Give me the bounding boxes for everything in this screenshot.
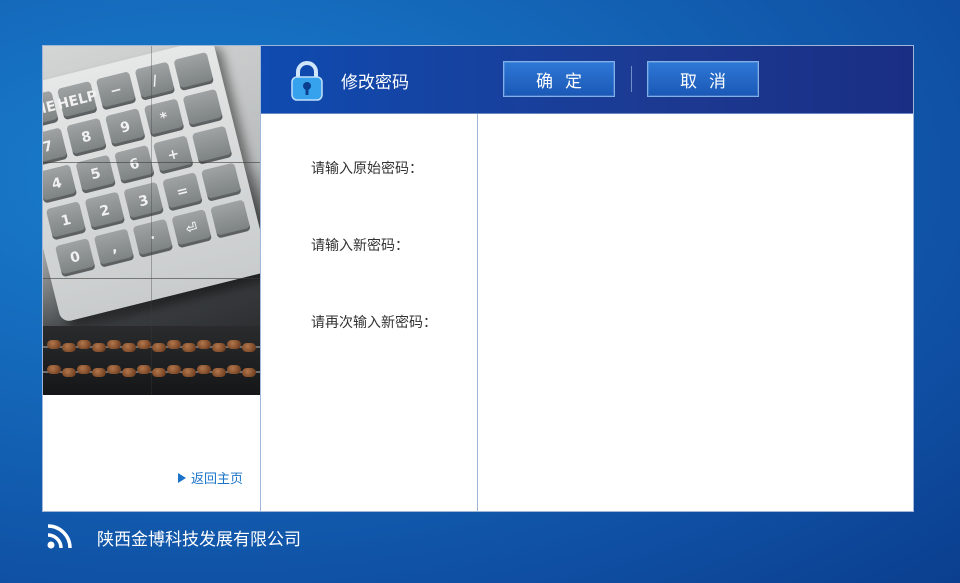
keypad-key: 5	[75, 154, 117, 194]
abacus-bead	[62, 368, 76, 377]
abacus-bead	[47, 365, 61, 374]
keypad-key: ,	[93, 228, 135, 268]
keypad-key: 0	[54, 238, 96, 278]
main-panel: OME HELP −/7 8 9 * 4 5 6 +1 2 3 = 0, · ⏎ 返回主页 修改密码 确定 取…	[42, 45, 914, 512]
abacus-bead	[182, 368, 196, 377]
abacus-bead	[227, 340, 241, 349]
rss-icon	[47, 524, 72, 549]
keypad-key: 2	[84, 191, 126, 231]
keypad-key	[210, 199, 251, 239]
abacus-bead	[227, 365, 241, 374]
keypad-key	[200, 162, 242, 202]
home-link-label: 返回主页	[191, 472, 244, 487]
keypad-key: 1	[45, 201, 87, 241]
keypad-key	[182, 88, 224, 129]
keypad-key: 6	[114, 144, 155, 185]
abacus-bead	[152, 343, 166, 352]
page-title: 修改密码	[341, 73, 409, 93]
abacus-bead	[197, 365, 211, 374]
abacus-bead	[212, 343, 226, 352]
abacus-bead	[122, 368, 136, 377]
abacus-bead	[122, 343, 136, 352]
abacus-bead	[197, 340, 211, 349]
keypad-key: /	[134, 61, 176, 101]
abacus-bead	[242, 343, 256, 352]
keypad-keys: OME HELP −/7 8 9 * 4 5 6 +1 2 3 = 0, · ⏎	[43, 51, 251, 278]
abacus-bead	[92, 343, 106, 352]
button-separator	[631, 66, 632, 92]
keypad-key: =	[162, 172, 203, 212]
abacus-bead	[167, 340, 181, 349]
abacus-bead	[137, 365, 151, 374]
abacus-bead	[47, 340, 61, 349]
keypad-key: ⏎	[171, 209, 213, 249]
keypad-key	[191, 125, 233, 165]
confirm-password-label: 请再次输入新密码：	[311, 315, 437, 331]
abacus-bead	[77, 340, 91, 349]
arrow-right-icon	[178, 472, 186, 483]
abacus-bead	[152, 368, 166, 377]
divider	[477, 46, 478, 511]
keypad-key: ·	[132, 218, 174, 258]
abacus-bead	[242, 368, 256, 377]
abacus-bead	[77, 365, 91, 374]
keypad-key: 3	[123, 181, 165, 222]
lock-icon	[291, 61, 323, 101]
keypad-key	[173, 51, 215, 92]
company-name: 陕西金博科技发展有限公司	[97, 530, 301, 550]
abacus-bead	[137, 340, 151, 349]
divider	[260, 46, 261, 511]
confirm-button[interactable]: 确定	[503, 61, 615, 97]
home-link[interactable]: 返回主页	[178, 468, 243, 487]
keypad-key: 7	[43, 127, 69, 167]
keypad-key: HELP	[56, 80, 99, 121]
form-header: 修改密码 确定 取消	[261, 46, 913, 114]
keypad-key: +	[152, 135, 194, 175]
abacus-bead	[107, 340, 121, 349]
abacus-bead	[182, 343, 196, 352]
keypad-key: −	[95, 71, 137, 111]
new-password-label: 请输入新密码：	[311, 238, 409, 254]
keypad-key: 8	[66, 117, 107, 158]
cancel-button[interactable]: 取消	[647, 61, 759, 97]
abacus-bead	[62, 343, 76, 352]
keypad-key: 9	[104, 108, 146, 148]
keypad-key: 4	[43, 164, 78, 204]
abacus-bead	[107, 365, 121, 374]
abacus-bead	[92, 368, 106, 377]
abacus-bead	[167, 365, 181, 374]
old-password-label: 请输入原始密码：	[311, 161, 423, 177]
keypad-key: *	[143, 98, 185, 138]
keyboard-photo: OME HELP −/7 8 9 * 4 5 6 +1 2 3 = 0, · ⏎	[43, 46, 260, 395]
abacus-bead	[212, 368, 226, 377]
